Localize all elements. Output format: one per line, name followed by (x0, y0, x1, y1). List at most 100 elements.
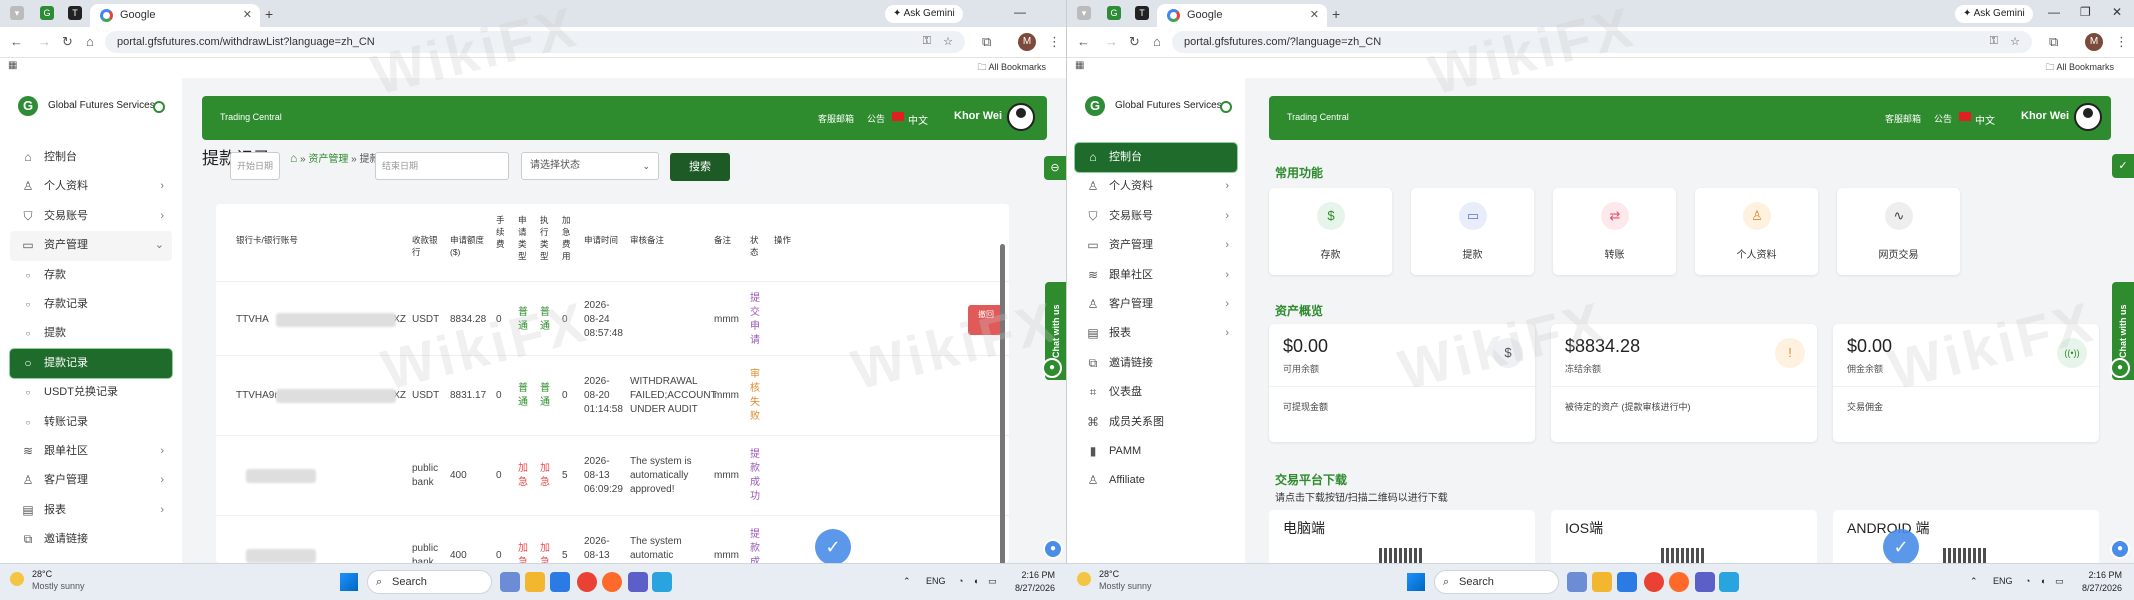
chat-bubble-icon[interactable]: ● (1042, 358, 1062, 378)
language-switch[interactable]: 中文 (1975, 112, 1995, 127)
announcement-link[interactable]: 公告 (1934, 112, 1952, 125)
back-icon[interactable]: ← (10, 34, 23, 49)
site-favicon[interactable]: G (1107, 6, 1121, 20)
edge-icon[interactable] (1617, 572, 1637, 592)
taskbar-clock[interactable]: 2:16 PM 8/27/2026 (1015, 569, 1055, 595)
task-view-icon[interactable] (500, 572, 520, 592)
notification-float-icon[interactable]: ● (1043, 539, 1063, 559)
home-icon[interactable]: ⌂ (1153, 34, 1161, 49)
quick-card-0[interactable]: $ 存款 (1269, 188, 1392, 275)
sidebar-item[interactable]: ⛉ 交易账号 › (10, 202, 172, 231)
sidebar-item[interactable]: ▮ PAMM (1075, 437, 1237, 466)
password-key-icon[interactable]: ⚿ (923, 35, 931, 48)
password-key-icon[interactable]: ⚿ (1990, 35, 1998, 48)
kebab-menu-icon[interactable]: ⋮ (2115, 34, 2128, 50)
profile-avatar[interactable]: M (2085, 33, 2103, 51)
bookmark-star-icon[interactable]: ☆ (2010, 35, 2020, 48)
quick-card-4[interactable]: ∿ 网页交易 (1837, 188, 1960, 275)
sidebar-item[interactable]: ≋ 跟单社区 › (10, 437, 172, 466)
sidebar-item[interactable]: ○ 存款 (10, 261, 172, 290)
restore-icon[interactable]: ❐ (2080, 5, 2091, 19)
apps-grid-icon[interactable]: ▦ (1075, 60, 1084, 71)
wikifx-float-icon[interactable]: ✓ (815, 529, 851, 563)
profile-avatar[interactable]: M (1018, 33, 1036, 51)
close-icon[interactable]: ✕ (1310, 8, 1319, 21)
language-switch[interactable]: 中文 (908, 112, 928, 127)
app-icon[interactable] (1719, 572, 1739, 592)
chrome-icon[interactable] (577, 572, 597, 592)
firefox-icon[interactable] (1669, 572, 1689, 592)
tab-search-icon[interactable]: ▾ (1077, 6, 1091, 20)
forward-icon[interactable]: → (38, 34, 51, 49)
close-window-icon[interactable]: ✕ (2112, 5, 2122, 19)
firefox-icon[interactable] (602, 572, 622, 592)
chevron-up-icon[interactable]: ⌃ (903, 576, 911, 587)
file-explorer-icon[interactable] (1592, 572, 1612, 592)
sidebar-item[interactable]: ⌂ 控制台 (10, 143, 172, 172)
support-email-link[interactable]: 客服邮箱 (1885, 112, 1921, 125)
teams-icon[interactable] (1695, 572, 1715, 592)
breadcrumb-home-icon[interactable]: ⌂ (290, 151, 297, 165)
ask-gemini-button[interactable]: ✦ Ask Gemini (885, 5, 963, 23)
windows-start-icon[interactable] (1407, 573, 1425, 591)
quick-card-1[interactable]: ▭ 提款 (1411, 188, 1534, 275)
search-button[interactable]: 搜索 (670, 153, 730, 181)
tradingview-favicon[interactable]: T (68, 6, 82, 20)
sidebar-item[interactable]: ○ 提款记录 (10, 348, 172, 379)
site-favicon[interactable]: G (40, 6, 54, 20)
extensions-icon[interactable]: ⧉ (982, 34, 991, 50)
back-icon[interactable]: ← (1077, 34, 1090, 49)
start-date-input[interactable]: 开始日期 (230, 152, 280, 180)
language-indicator[interactable]: ENG (926, 576, 946, 586)
notification-float-icon[interactable]: ● (2110, 539, 2130, 559)
user-name[interactable]: Khor Wei (954, 110, 1002, 122)
tradingview-favicon[interactable]: T (1135, 6, 1149, 20)
volume-icon[interactable]: ◖ (973, 576, 978, 586)
address-bar[interactable]: portal.gfsfutures.com/?language=zh_CN ⚿ … (1172, 31, 2032, 53)
sidebar-item[interactable]: ♙ Affiliate (1075, 466, 1237, 495)
extensions-icon[interactable]: ⧉ (2049, 34, 2058, 50)
sidebar-item[interactable]: ⛉ 交易账号 › (1075, 202, 1237, 231)
end-date-input[interactable]: 结束日期 (375, 152, 509, 180)
announcement-link[interactable]: 公告 (867, 112, 885, 125)
sidebar-item[interactable]: ♙ 个人资料 › (1075, 172, 1237, 201)
sidebar-item[interactable]: ○ 存款记录 (10, 290, 172, 319)
apps-grid-icon[interactable]: ▦ (8, 60, 17, 71)
side-tool-button[interactable]: ✓ (2112, 154, 2134, 178)
task-view-icon[interactable] (1567, 572, 1587, 592)
all-bookmarks[interactable]: 🗀 All Bookmarks (2045, 60, 2114, 76)
side-tool-button[interactable]: ⊖ (1044, 156, 1066, 180)
chevron-up-icon[interactable]: ⌃ (1970, 576, 1978, 587)
wikifx-float-icon[interactable]: ✓ (1883, 529, 1919, 563)
sidebar-item[interactable]: ▤ 报表 › (10, 496, 172, 525)
reload-icon[interactable]: ↻ (62, 34, 73, 50)
status-select[interactable]: 请选择状态 ⌄ (521, 152, 659, 180)
windows-start-icon[interactable] (340, 573, 358, 591)
withdraw-cancel-button[interactable]: 撤回 (968, 304, 1004, 335)
new-tab-button[interactable]: + (1332, 6, 1340, 22)
battery-icon[interactable]: ▭ (988, 576, 997, 587)
user-avatar[interactable] (2074, 103, 2102, 131)
minimize-icon[interactable]: — (1014, 5, 1026, 19)
sidebar-item[interactable]: ♙ 客户管理 › (10, 466, 172, 495)
sidebar-item[interactable]: ⌘ 成员关系图 (1075, 408, 1237, 437)
sidebar-item[interactable]: ⌂ 控制台 (1075, 143, 1237, 173)
language-indicator[interactable]: ENG (1993, 576, 2013, 586)
platform-card-1[interactable]: IOS端 (1551, 510, 1817, 563)
sidebar-item[interactable]: ○ USDT兑换记录 (10, 378, 172, 407)
user-name[interactable]: Khor Wei (2021, 110, 2069, 122)
quick-card-2[interactable]: ⇄ 转账 (1553, 188, 1676, 275)
tab-google[interactable]: Google ✕ (90, 4, 260, 27)
teams-icon[interactable] (628, 572, 648, 592)
sidebar-item[interactable]: ○ 提款 (10, 319, 172, 348)
sidebar-item[interactable]: ≋ 跟单社区 › (1075, 261, 1237, 290)
tab-google[interactable]: Google ✕ (1157, 4, 1327, 27)
chrome-icon[interactable] (1644, 572, 1664, 592)
sidebar-item[interactable]: ⧉ 邀请链接 (1075, 349, 1237, 378)
tab-search-icon[interactable]: ▾ (10, 6, 24, 20)
sidebar-item[interactable]: ▭ 资产管理 › (1075, 231, 1237, 260)
ask-gemini-button[interactable]: ✦ Ask Gemini (1955, 5, 2033, 23)
quick-card-3[interactable]: ♙ 个人资料 (1695, 188, 1818, 275)
breadcrumb-asset-management[interactable]: 资产管理 (308, 154, 348, 165)
forward-icon[interactable]: → (1105, 34, 1118, 49)
